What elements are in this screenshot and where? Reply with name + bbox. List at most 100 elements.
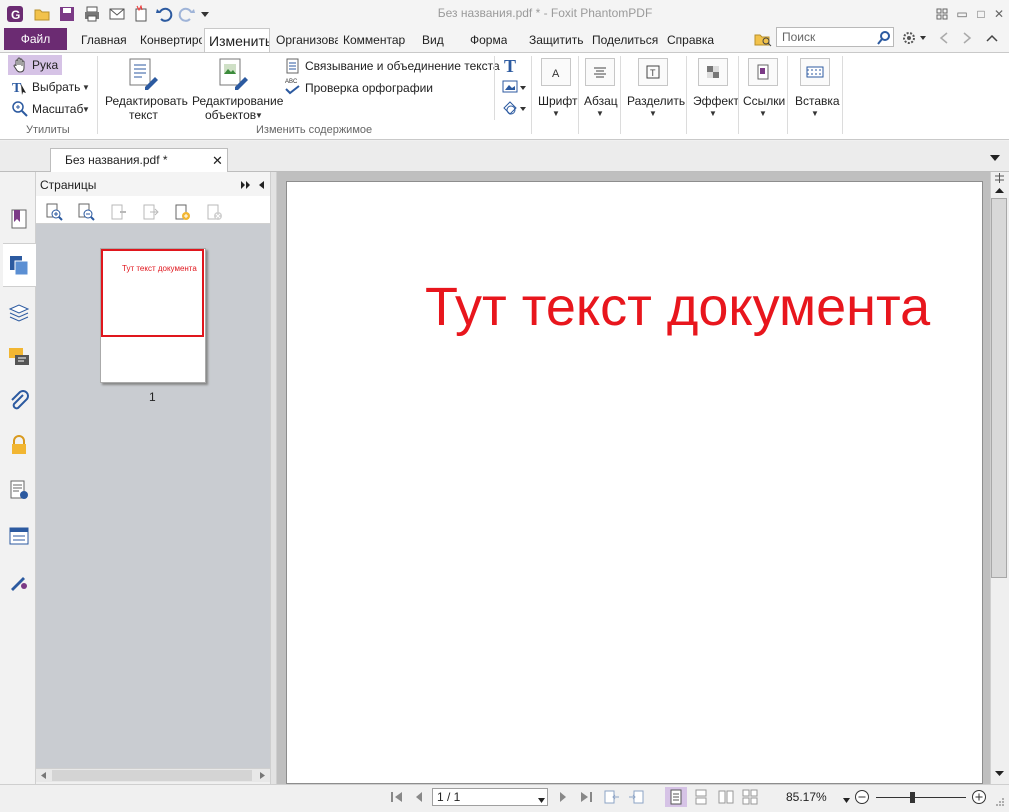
ribbon-display-icon[interactable]: [932, 4, 952, 24]
edit-objects-label-2[interactable]: объектов: [205, 108, 256, 122]
zoom-out-icon[interactable]: [854, 789, 870, 805]
split-label[interactable]: Разделить: [627, 94, 685, 108]
select-dropdown-caret[interactable]: ▼: [82, 83, 90, 92]
scroll-down-icon[interactable]: [992, 768, 1007, 780]
select-label[interactable]: Выбрать: [32, 80, 80, 94]
insert-label[interactable]: Вставка: [795, 94, 840, 108]
settings-gear-icon[interactable]: [900, 29, 926, 47]
effect-dropdown-caret[interactable]: ▼: [709, 109, 717, 118]
zoom-in-thumbnail-icon[interactable]: [45, 203, 63, 221]
resize-grip-icon[interactable]: [994, 796, 1006, 808]
tab-view[interactable]: Вид: [422, 33, 444, 47]
last-page-icon[interactable]: [578, 789, 594, 805]
links-label[interactable]: Ссылки: [743, 94, 785, 108]
tab-comment[interactable]: Комментар: [343, 33, 405, 47]
delete-page-icon[interactable]: [205, 203, 223, 221]
link-join-icon[interactable]: [285, 58, 301, 74]
panel-collapse-icon[interactable]: [257, 179, 265, 189]
content-icon[interactable]: [8, 479, 30, 501]
document-scroll-thumb[interactable]: [991, 198, 1007, 578]
page-select-caret-icon[interactable]: [537, 794, 546, 803]
nav-back-icon[interactable]: [937, 31, 951, 45]
edit-text-label-1[interactable]: Редактировать: [105, 94, 188, 108]
tab-file[interactable]: Файл: [4, 28, 67, 50]
edit-text-icon[interactable]: [125, 57, 159, 91]
effect-label[interactable]: Эффект: [693, 94, 739, 108]
spellcheck-icon[interactable]: ABC: [285, 79, 303, 95]
extract-page-icon[interactable]: [141, 203, 159, 221]
page-number-select[interactable]: 1 / 1: [432, 788, 548, 806]
single-page-icon[interactable]: [668, 789, 684, 805]
pages-scroll-thumb[interactable]: [52, 770, 252, 781]
previous-view-icon[interactable]: [604, 789, 620, 805]
edit-objects-icon[interactable]: [215, 57, 249, 91]
panel-splitter[interactable]: [270, 172, 277, 784]
pages-icon[interactable]: [8, 254, 30, 276]
tab-share[interactable]: Поделиться: [592, 33, 658, 47]
attachments-icon[interactable]: [8, 390, 30, 412]
select-text-icon[interactable]: T: [12, 79, 28, 96]
first-page-icon[interactable]: [389, 789, 405, 805]
comments-icon[interactable]: [8, 346, 30, 368]
edit-text-label-2[interactable]: текст: [129, 108, 158, 122]
links-dropdown-caret[interactable]: ▼: [759, 109, 767, 118]
tab-protect[interactable]: Защитить: [529, 33, 583, 47]
zoom-dropdown-caret[interactable]: ▼: [82, 105, 90, 114]
insert-dropdown-caret[interactable]: ▼: [811, 109, 819, 118]
zoom-out-thumbnail-icon[interactable]: [77, 203, 95, 221]
spellcheck-label[interactable]: Проверка орфографии: [305, 81, 433, 95]
print-icon[interactable]: [83, 5, 101, 23]
facing-view-icon[interactable]: [718, 789, 734, 805]
split-view-handle-icon[interactable]: [992, 172, 1007, 183]
zoom-slider-track[interactable]: [876, 797, 966, 798]
new-icon[interactable]: [132, 5, 150, 23]
insert-page-icon[interactable]: [109, 203, 127, 221]
add-text-icon[interactable]: T: [501, 56, 521, 76]
tab-help[interactable]: Справка: [667, 33, 714, 47]
customize-quick-access-icon[interactable]: [199, 5, 211, 23]
tab-list-dropdown-icon[interactable]: [989, 152, 1003, 162]
app-logo-icon[interactable]: G: [6, 5, 24, 23]
signatures-icon[interactable]: [8, 570, 30, 592]
collapse-ribbon-icon[interactable]: [985, 31, 999, 45]
tab-form[interactable]: Форма: [470, 33, 507, 47]
zoom-slider-thumb[interactable]: [910, 792, 915, 803]
zoom-in-icon[interactable]: [971, 789, 987, 805]
zoom-dropdown-icon[interactable]: [842, 794, 851, 803]
search-folder-icon[interactable]: [754, 30, 772, 48]
split-icon[interactable]: T: [638, 58, 668, 86]
continuous-view-icon[interactable]: [693, 789, 709, 805]
split-dropdown-caret[interactable]: ▼: [649, 109, 657, 118]
maximize-button[interactable]: □: [971, 4, 991, 24]
tab-organize[interactable]: Организова: [276, 33, 338, 47]
scroll-up-icon[interactable]: [992, 184, 1007, 196]
zoom-percentage[interactable]: 85.17%: [786, 790, 827, 804]
paragraph-dropdown-caret[interactable]: ▼: [596, 109, 604, 118]
link-join-label[interactable]: Связывание и объединение текста: [305, 59, 500, 73]
previous-page-icon[interactable]: [411, 789, 427, 805]
continuous-facing-view-icon[interactable]: [742, 789, 758, 805]
edit-objects-label-1[interactable]: Редактирование: [192, 94, 283, 108]
document-tab[interactable]: Без названия.pdf *: [50, 148, 228, 172]
font-dropdown-caret[interactable]: ▼: [552, 109, 560, 118]
tab-home[interactable]: Главная: [81, 33, 127, 47]
tab-convert[interactable]: Конвертиро: [140, 33, 202, 47]
add-page-icon[interactable]: [173, 203, 191, 221]
paragraph-icon[interactable]: [585, 58, 615, 86]
next-page-icon[interactable]: [555, 789, 571, 805]
paragraph-label[interactable]: Абзац: [584, 94, 618, 108]
insert-icon[interactable]: [800, 58, 830, 86]
open-folder-icon[interactable]: [33, 5, 51, 23]
close-tab-icon[interactable]: ✕: [212, 154, 224, 167]
thumbnail-viewport-frame[interactable]: [101, 249, 204, 337]
security-lock-icon[interactable]: [8, 434, 30, 456]
panel-expand-icon[interactable]: [240, 179, 252, 189]
tab-edit[interactable]: Изменить: [204, 28, 270, 53]
zoom-icon[interactable]: [12, 101, 28, 117]
font-label[interactable]: Шрифт: [538, 94, 577, 108]
edit-objects-dropdown-caret[interactable]: ▼: [255, 111, 263, 120]
scroll-right-icon[interactable]: [256, 770, 268, 781]
redo-icon[interactable]: [178, 5, 196, 23]
add-image-icon[interactable]: [501, 78, 527, 96]
bookmarks-icon[interactable]: [8, 208, 30, 230]
